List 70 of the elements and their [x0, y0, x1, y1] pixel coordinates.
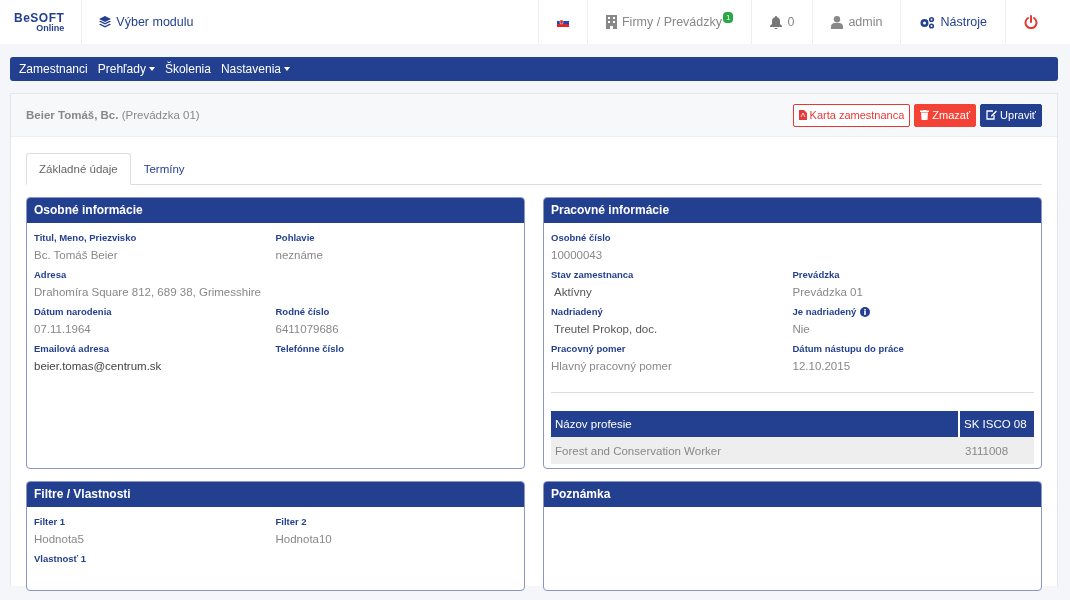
field-value: beier.tomas@centrum.sk: [34, 359, 163, 374]
field-label: Nadriadený: [551, 305, 604, 319]
flag-icon[interactable]: [557, 17, 569, 27]
field-value: Hlavný pracovný pomer: [551, 359, 673, 374]
field-label: Dátum narodenia: [34, 305, 113, 319]
trash-icon: [920, 110, 930, 120]
field-label: Vlastnosť 1: [34, 552, 88, 566]
field-label: Filter 1: [34, 515, 67, 529]
table-cell: Forest and Conservation Worker: [551, 437, 959, 464]
gears-icon: [919, 15, 936, 29]
field-value: Treutel Prokop, doc.: [553, 322, 659, 337]
user-menu[interactable]: admin: [812, 0, 901, 44]
field-label: Je nadriadený: [792, 305, 857, 319]
edit-button[interactable]: Upraviť: [980, 103, 1042, 127]
field-label: Adresa: [34, 268, 68, 282]
field-label: Dátum nástupu do práce: [792, 342, 905, 356]
field-label: Stav zamestnanca: [551, 268, 635, 282]
building-icon: [606, 15, 617, 29]
pdf-file-icon: [798, 110, 807, 120]
info-icon[interactable]: [860, 306, 871, 317]
employee-name: Beier Tomáš, Bc. (Prevádzka 01): [26, 109, 201, 121]
tab[interactable]: Základné údaje: [26, 153, 131, 185]
panel-title: Poznámka: [544, 482, 1041, 507]
nav-menu-item[interactable]: Školenia: [159, 62, 216, 76]
field-value: 12.10.2015: [792, 359, 852, 374]
field-label: Telefónne číslo: [275, 342, 345, 356]
count-badge: 1: [723, 12, 734, 23]
tab[interactable]: Termíny: [130, 153, 198, 185]
field-value: 10000043: [551, 248, 604, 263]
field-label: Prevádzka: [792, 268, 841, 282]
edit-icon: [986, 110, 998, 120]
table-cell: 3111008: [959, 437, 1034, 464]
field-value: Prevádzka 01: [792, 285, 864, 300]
field-label: Filter 2: [275, 515, 308, 529]
layers-icon: [99, 16, 112, 28]
notifications-menu[interactable]: 0: [751, 0, 813, 44]
field-label: Emailová adresa: [34, 342, 110, 356]
field-value: Aktívny: [553, 285, 593, 300]
field-value: Hodnota5: [34, 532, 85, 547]
panel-title: Pracovné informácie: [544, 198, 1041, 223]
field-value: Nie: [792, 322, 811, 337]
field-label: Pohlavie: [275, 231, 316, 245]
nav-menu-item[interactable]: Nastavenia: [215, 62, 295, 76]
field-label: Titul, Meno, Priezvisko: [34, 231, 138, 245]
logo-subtitle: Online: [36, 23, 65, 33]
module-select-link[interactable]: Výber modulu: [99, 15, 194, 29]
column-header: SK ISCO 08: [959, 411, 1034, 437]
column-header: Názov profesie: [551, 411, 959, 437]
field-value: neznáme: [275, 248, 324, 263]
nav-menu-item[interactable]: Prehľady: [92, 62, 160, 76]
field-label: Rodné číslo: [275, 305, 331, 319]
field-value: Hodnota10: [275, 532, 333, 547]
field-label: Osobné číslo: [551, 231, 612, 245]
field-value: 6411079686: [275, 322, 340, 337]
field-label: Pracovný pomer: [551, 342, 627, 356]
field-value: 07.11.1964: [34, 322, 92, 337]
delete-button[interactable]: Zmazať: [914, 103, 977, 127]
company-menu[interactable]: Firmy / Prevádzky 1: [587, 0, 752, 44]
panel-title: Filtre / Vlastnosti: [27, 482, 524, 507]
nav-menu-item[interactable]: Zamestnanci: [14, 62, 93, 76]
logo-text: BeSOFT: [14, 11, 65, 24]
user-icon: [831, 15, 844, 29]
logo[interactable]: BeSOFT Online: [14, 0, 83, 44]
employee-card-button[interactable]: Karta zamestnanca: [792, 103, 911, 127]
field-value: Drahomíra Square 812, 689 38, Grimesshire: [34, 285, 262, 300]
tools-menu[interactable]: Nástroje: [900, 0, 1005, 44]
field-value: Bc. Tomáš Beier: [34, 248, 119, 263]
panel-title: Osobné informácie: [27, 198, 524, 223]
power-icon[interactable]: [1024, 15, 1038, 29]
bell-icon: [770, 15, 783, 29]
